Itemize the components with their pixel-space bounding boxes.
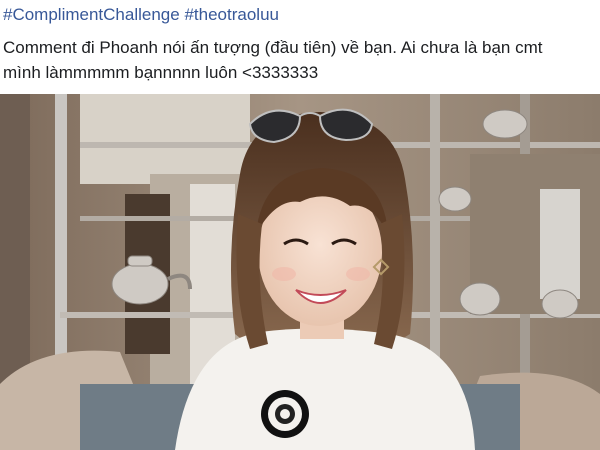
hashtag-theotraoluu[interactable]: #theotraoluu xyxy=(184,5,279,24)
photo-of-smiling-woman-icon xyxy=(0,94,600,450)
hashtag-row: #ComplimentChallenge #theotraoluu xyxy=(3,5,279,25)
caption-line-1: Comment đi Phoanh nói ấn tượng (đầu tiên… xyxy=(3,38,543,57)
post-caption: Comment đi Phoanh nói ấn tượng (đầu tiên… xyxy=(3,35,595,85)
caption-line-2: mình làmmmmm bạnnnnn luôn <3333333 xyxy=(3,63,319,82)
post-photo[interactable] xyxy=(0,94,600,450)
post-text-section: #ComplimentChallenge #theotraoluu Commen… xyxy=(0,0,600,94)
hashtag-compliment-challenge[interactable]: #ComplimentChallenge xyxy=(3,5,180,24)
